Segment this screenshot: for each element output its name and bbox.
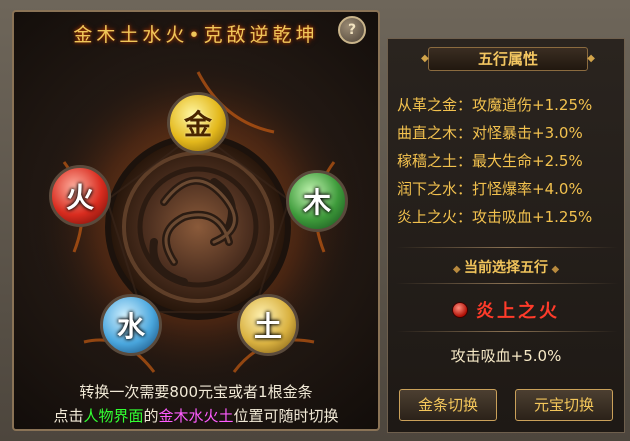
attr-value: 对怪暴击+3.0% [472, 124, 583, 142]
water-orb[interactable]: 水 [100, 294, 162, 356]
divider [396, 247, 618, 248]
attr-name: 曲直之木： [397, 124, 473, 142]
attributes-panel: 五行属性 从革之金：攻魔道伤+1.25% 曲直之木：对怪暴击+3.0% 稼穑之土… [387, 38, 625, 433]
conversion-cost-text: 转换一次需要800元宝或者1根金条 [79, 383, 313, 401]
attr-row-water: 润下之水：打怪爆率+4.0% [397, 175, 622, 203]
fire-dot-icon [452, 302, 468, 318]
gold-bar-switch-button[interactable]: 金条切换 [399, 389, 497, 421]
current-selection-title: 当前选择五行 [388, 257, 624, 277]
wheel-title: 金木土水火•克敌逆乾坤 [73, 24, 319, 46]
attr-row-wood: 曲直之木：对怪暴击+3.0% [397, 119, 622, 147]
selected-element: 炎上之火 [388, 297, 624, 323]
earth-orb[interactable]: 土 [237, 294, 299, 356]
hint-middle: 的 [143, 407, 159, 425]
yuanbao-switch-button[interactable]: 元宝切换 [515, 389, 613, 421]
hint-five-elements: 金木水火土 [158, 407, 234, 425]
attr-row-fire: 炎上之火：攻击吸血+1.25% [397, 203, 622, 231]
attribute-list: 从革之金：攻魔道伤+1.25% 曲直之木：对怪暴击+3.0% 稼穑之土：最大生命… [397, 91, 622, 231]
window-frame: 金木土水火•克敌逆乾坤 ? 金 木 火 水 土 转换一次需要800元宝或者1根金… [0, 0, 630, 441]
five-elements-wheel-panel: 金木土水火•克敌逆乾坤 ? 金 木 火 水 土 转换一次需要800元宝或者1根金… [12, 10, 380, 431]
attr-name: 稼穑之土： [397, 152, 473, 170]
help-button[interactable]: ? [338, 16, 366, 44]
attr-value: 打怪爆率+4.0% [472, 180, 583, 198]
attr-row-earth: 稼穑之土：最大生命+2.5% [397, 147, 622, 175]
metal-orb-label: 金 [183, 108, 212, 141]
attr-value: 攻击吸血+1.25% [472, 208, 593, 226]
earth-orb-label: 土 [253, 310, 282, 343]
hint-prefix: 点击 [53, 407, 84, 425]
divider [396, 283, 618, 284]
attributes-header: 五行属性 [421, 47, 595, 71]
attr-value: 攻魔道伤+1.25% [472, 96, 593, 114]
water-orb-label: 水 [116, 310, 145, 343]
switch-hint-text: 点击人物界面的金木水火土位置可随时切换 [14, 405, 378, 426]
attr-name: 润下之水： [397, 180, 473, 198]
metal-orb[interactable]: 金 [167, 92, 229, 154]
attr-row-metal: 从革之金：攻魔道伤+1.25% [397, 91, 622, 119]
attr-value: 最大生命+2.5% [472, 152, 583, 170]
attr-name: 炎上之火： [397, 208, 473, 226]
wood-orb-label: 木 [302, 186, 331, 219]
attr-name: 从革之金： [397, 96, 473, 114]
divider [396, 331, 618, 332]
hint-suffix: 位置可随时切换 [233, 407, 339, 425]
wood-orb[interactable]: 木 [286, 170, 348, 232]
hint-character-screen: 人物界面 [83, 407, 144, 425]
selected-element-label: 炎上之火 [476, 301, 560, 322]
fire-orb-label: 火 [65, 181, 94, 214]
fire-orb[interactable]: 火 [49, 165, 111, 227]
selected-bonus: 攻击吸血+5.0% [450, 347, 562, 365]
